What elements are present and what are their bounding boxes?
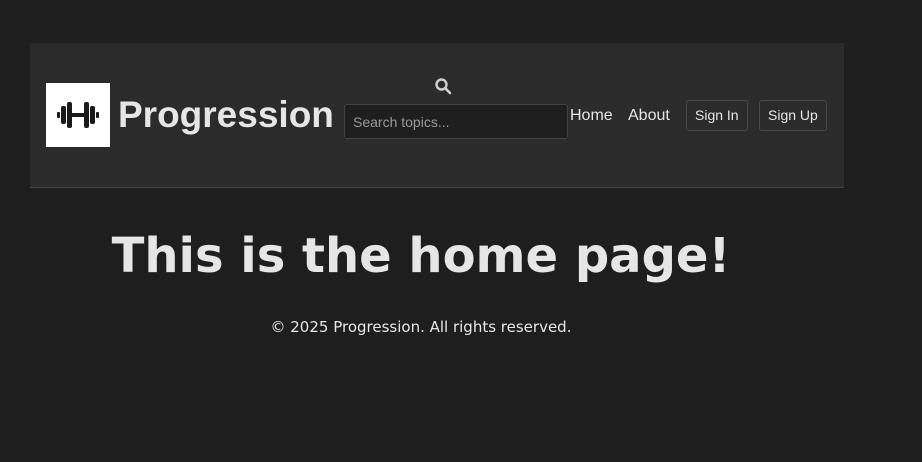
nav-link-home[interactable]: Home [570,106,613,126]
logo[interactable] [46,83,110,147]
dumbbell-icon [57,102,99,128]
search-icon[interactable] [434,77,452,95]
brand-name[interactable]: Progression [118,93,334,137]
site-header: Progression Home About Sign In Sign Up [30,43,844,188]
search-input[interactable] [344,104,568,139]
sign-up-button[interactable]: Sign Up [759,100,827,131]
page-heading: This is the home page! [111,228,731,284]
footer-copyright: © 2025 Progression. All rights reserved. [270,318,572,336]
nav-link-about[interactable]: About [628,106,670,126]
sign-in-button[interactable]: Sign In [686,100,748,131]
